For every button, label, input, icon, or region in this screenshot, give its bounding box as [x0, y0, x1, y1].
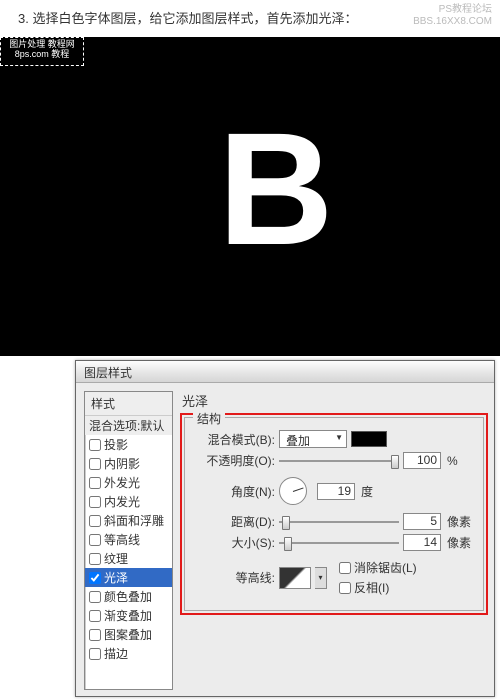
style-item-0[interactable]: 混合选项:默认: [85, 416, 172, 435]
opacity-unit: %: [447, 454, 458, 468]
watermark: PS教程论坛 BBS.16XX8.COM: [413, 4, 492, 28]
style-item-label: 混合选项:默认: [89, 417, 164, 434]
highlighted-box: 结构 混合模式(B): 叠加 不透明度(O):: [180, 413, 488, 615]
style-item-11[interactable]: 图案叠加: [85, 625, 172, 644]
selection-watermark: 图片处理 教程网 8ps.com 教程: [0, 37, 84, 66]
angle-label: 角度(N):: [193, 483, 275, 500]
style-checkbox[interactable]: [89, 572, 101, 584]
style-item-3[interactable]: 外发光: [85, 473, 172, 492]
style-item-1[interactable]: 投影: [85, 435, 172, 454]
contour-row: 等高线: ▾ 消除锯齿(L) 反相(I): [193, 559, 475, 596]
style-item-label: 投影: [104, 436, 128, 453]
distance-row: 距离(D): 5 像素: [193, 513, 475, 530]
style-item-10[interactable]: 渐变叠加: [85, 606, 172, 625]
style-checkbox[interactable]: [89, 439, 101, 451]
size-unit: 像素: [447, 534, 471, 551]
style-item-5[interactable]: 斜面和浮雕: [85, 511, 172, 530]
contour-dropdown-arrow[interactable]: ▾: [315, 567, 327, 589]
style-item-label: 渐变叠加: [104, 607, 152, 624]
style-item-label: 内发光: [104, 493, 140, 510]
dialog-titlebar[interactable]: 图层样式: [76, 361, 494, 383]
opacity-slider[interactable]: [279, 454, 399, 468]
styles-header: 样式: [85, 392, 172, 416]
style-checkbox[interactable]: [89, 648, 101, 660]
contour-label: 等高线:: [193, 569, 275, 586]
style-item-12[interactable]: 描边: [85, 644, 172, 663]
style-checkbox[interactable]: [89, 534, 101, 546]
angle-dial[interactable]: [279, 477, 307, 505]
style-checkbox[interactable]: [89, 496, 101, 508]
style-checkbox[interactable]: [89, 553, 101, 565]
distance-input[interactable]: 5: [403, 513, 441, 530]
blend-mode-row: 混合模式(B): 叠加: [193, 430, 475, 448]
blend-mode-label: 混合模式(B):: [193, 431, 275, 448]
angle-input[interactable]: 19: [317, 483, 355, 500]
angle-row: 角度(N): 19 度: [193, 477, 475, 505]
style-item-label: 等高线: [104, 531, 140, 548]
style-checkbox[interactable]: [89, 477, 101, 489]
invert-checkbox[interactable]: 反相(I): [339, 579, 417, 596]
opacity-row: 不透明度(O): 100 %: [193, 452, 475, 469]
style-item-label: 外发光: [104, 474, 140, 491]
distance-slider[interactable]: [279, 515, 399, 529]
style-checkbox[interactable]: [89, 629, 101, 641]
opacity-input[interactable]: 100: [403, 452, 441, 469]
style-checkbox[interactable]: [89, 610, 101, 622]
distance-label: 距离(D):: [193, 513, 275, 530]
size-row: 大小(S): 14 像素: [193, 534, 475, 551]
preview-letter: B: [218, 109, 334, 269]
size-slider[interactable]: [279, 536, 399, 550]
style-item-8[interactable]: 光泽: [85, 568, 172, 587]
style-item-label: 纹理: [104, 550, 128, 567]
panel-title: 光泽: [180, 391, 488, 410]
style-item-9[interactable]: 颜色叠加: [85, 587, 172, 606]
antialias-checkbox[interactable]: 消除锯齿(L): [339, 559, 417, 576]
style-item-4[interactable]: 内发光: [85, 492, 172, 511]
style-checkbox[interactable]: [89, 591, 101, 603]
style-checkbox[interactable]: [89, 515, 101, 527]
style-item-label: 描边: [104, 645, 128, 662]
contour-picker[interactable]: [279, 567, 311, 589]
size-input[interactable]: 14: [403, 534, 441, 551]
size-label: 大小(S):: [193, 534, 275, 551]
angle-unit: 度: [361, 483, 373, 500]
layer-style-dialog: 图层样式 样式 混合选项:默认投影内阴影外发光内发光斜面和浮雕等高线纹理光泽颜色…: [75, 360, 495, 697]
style-item-label: 光泽: [104, 569, 128, 586]
style-item-label: 图案叠加: [104, 626, 152, 643]
style-item-label: 斜面和浮雕: [104, 512, 164, 529]
style-item-6[interactable]: 等高线: [85, 530, 172, 549]
style-item-2[interactable]: 内阴影: [85, 454, 172, 473]
styles-list: 样式 混合选项:默认投影内阴影外发光内发光斜面和浮雕等高线纹理光泽颜色叠加渐变叠…: [84, 391, 173, 690]
settings-panel: 光泽 结构 混合模式(B): 叠加 不透明度(O):: [180, 391, 488, 690]
blend-mode-dropdown[interactable]: 叠加: [279, 430, 347, 448]
canvas-preview: 图片处理 教程网 8ps.com 教程 B: [0, 37, 500, 356]
style-item-7[interactable]: 纹理: [85, 549, 172, 568]
fieldset-legend: 结构: [193, 410, 225, 427]
distance-unit: 像素: [447, 513, 471, 530]
opacity-label: 不透明度(O):: [193, 452, 275, 469]
style-item-label: 颜色叠加: [104, 588, 152, 605]
style-item-label: 内阴影: [104, 455, 140, 472]
satin-color-swatch[interactable]: [351, 431, 387, 447]
style-checkbox[interactable]: [89, 458, 101, 470]
